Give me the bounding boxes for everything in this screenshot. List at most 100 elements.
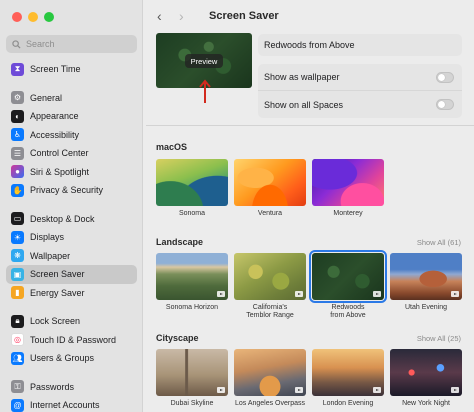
thumb-caption: Monterey xyxy=(333,210,363,217)
sidebar-item-lock-screen[interactable]: 🔒︎ Lock Screen xyxy=(6,312,137,331)
screen-saver-thumb[interactable]: Dubai Skyline xyxy=(156,349,228,408)
screen-saver-thumb[interactable]: Utah Evening xyxy=(390,253,462,320)
thumb-image xyxy=(234,159,306,206)
selected-screen-saver-name: Redwoods from Above xyxy=(258,34,462,56)
preview-button[interactable]: Preview xyxy=(185,54,223,68)
sidebar-item-users-groups[interactable]: 👥︎ Users & Groups xyxy=(6,349,137,368)
thumb-caption: London Evening xyxy=(322,400,374,407)
sidebar-item-passwords[interactable]: ⚿ Passwords xyxy=(6,378,137,397)
minimize-button[interactable] xyxy=(28,12,38,22)
selected-name-label: Redwoods from Above xyxy=(264,40,355,50)
thumb-image xyxy=(312,159,384,206)
toolbar: ‹ › Screen Saver xyxy=(143,0,474,32)
screen-saver-thumb[interactable]: Sonoma xyxy=(156,159,228,218)
section-title: Landscape xyxy=(156,237,204,247)
thumb-caption: New York Night xyxy=(402,400,450,407)
sidebar-item-label: Displays xyxy=(30,232,65,243)
zoom-button[interactable] xyxy=(44,12,54,22)
sidebar-item-touch-id[interactable]: ◎ Touch ID & Password xyxy=(6,331,137,350)
sidebar-item-label: Lock Screen xyxy=(30,316,81,327)
sidebar-item-label: Wallpaper xyxy=(30,250,71,261)
show-on-all-spaces-row: Show on all Spaces xyxy=(258,91,462,118)
sidebar-item-displays[interactable]: ☀ Displays xyxy=(6,228,137,247)
sidebar: Search ⧗ Screen Time ⚙ General ◐ Appeara… xyxy=(0,0,143,412)
show-as-wallpaper-toggle[interactable] xyxy=(436,71,454,83)
thumb-image xyxy=(312,349,384,396)
users-icon: 👥︎ xyxy=(11,351,24,365)
thumb-image-selected xyxy=(309,250,387,303)
sidebar-item-label: Users & Groups xyxy=(30,353,95,364)
show-all-link[interactable]: Show All (61) xyxy=(417,238,461,247)
forward-button[interactable]: › xyxy=(179,8,201,24)
video-icon xyxy=(373,291,381,297)
sidebar-item-label: Passwords xyxy=(30,381,75,392)
gear-icon: ⚙ xyxy=(11,91,24,105)
sidebar-item-label: Screen Saver xyxy=(30,269,85,280)
sidebar-item-label: Energy Saver xyxy=(30,287,85,298)
back-button[interactable]: ‹ xyxy=(157,8,179,24)
video-icon xyxy=(451,291,459,297)
page-title: Screen Saver xyxy=(209,10,279,22)
screen-saver-thumb[interactable]: New York Night xyxy=(390,349,462,408)
screen-saver-thumb[interactable]: Los Angeles Overpass xyxy=(234,349,306,408)
divider xyxy=(146,125,474,126)
sidebar-item-siri[interactable]: ● Siri & Spotlight xyxy=(6,163,137,182)
thumb-image xyxy=(390,253,462,300)
thumb-image xyxy=(156,349,228,396)
siri-icon: ● xyxy=(11,165,24,179)
screen-saver-thumb[interactable]: Monterey xyxy=(312,159,384,218)
sidebar-item-label: Appearance xyxy=(30,111,79,122)
search-icon xyxy=(12,39,21,49)
sidebar-item-screen-time[interactable]: ⧗ Screen Time xyxy=(6,60,137,79)
sidebar-item-label: Touch ID & Password xyxy=(30,334,117,345)
sidebar-item-energy-saver[interactable]: ▮ Energy Saver xyxy=(6,284,137,303)
show-on-all-spaces-toggle[interactable] xyxy=(436,99,454,110)
video-icon xyxy=(217,387,225,393)
screen-saver-thumb[interactable]: Sonoma Horizon xyxy=(156,253,228,320)
sidebar-item-appearance[interactable]: ◐ Appearance xyxy=(6,107,137,126)
thumb-caption: Sonoma xyxy=(178,210,206,217)
sidebar-item-control-center[interactable]: ☰ Control Center xyxy=(6,144,137,163)
show-all-link[interactable]: Show All (25) xyxy=(417,334,461,343)
thumb-image xyxy=(234,253,306,300)
hand-icon: ✋ xyxy=(11,183,24,197)
landscape-section: Landscape Show All (61) Sonoma Horizon C… xyxy=(156,235,474,320)
macos-section: macOS Sonoma Ventura Monterey xyxy=(156,140,474,218)
video-icon xyxy=(295,291,303,297)
sidebar-item-label: General xyxy=(30,92,63,103)
arrow-icon xyxy=(199,79,211,103)
thumb-caption: Los Angeles Overpass xyxy=(234,400,306,407)
sidebar-item-privacy[interactable]: ✋ Privacy & Security xyxy=(6,181,137,200)
appearance-icon: ◐ xyxy=(11,109,24,123)
video-icon xyxy=(451,387,459,393)
thumb-caption: Redwoods from Above xyxy=(330,304,366,319)
sidebar-item-screen-saver[interactable]: ▣ Screen Saver xyxy=(6,265,137,284)
at-icon: @ xyxy=(11,398,24,412)
sidebar-item-desktop-dock[interactable]: ▭ Desktop & Dock xyxy=(6,210,137,229)
sidebar-item-general[interactable]: ⚙ General xyxy=(6,89,137,108)
sidebar-item-internet-accounts[interactable]: @ Internet Accounts xyxy=(6,396,137,412)
screen-saver-thumb[interactable]: London Evening xyxy=(312,349,384,408)
dock-icon: ▭ xyxy=(11,212,24,226)
hourglass-icon: ⧗ xyxy=(11,62,24,76)
thumb-caption: Ventura xyxy=(257,210,283,217)
close-button[interactable] xyxy=(12,12,22,22)
screen-saver-thumb[interactable]: California's Temblor Range xyxy=(234,253,306,320)
sidebar-item-label: Accessibility xyxy=(30,129,80,140)
show-as-wallpaper-label: Show as wallpaper xyxy=(264,72,340,82)
screen-saver-thumb[interactable]: Ventura xyxy=(234,159,306,218)
search-input[interactable]: Search xyxy=(6,35,137,53)
thumb-caption: Utah Evening xyxy=(404,304,448,311)
search-placeholder: Search xyxy=(26,39,55,49)
cityscape-section: Cityscape Show All (25) Dubai Skyline Lo… xyxy=(156,331,474,408)
screen-saver-thumb[interactable]: Redwoods from Above xyxy=(309,250,387,320)
battery-icon: ▮ xyxy=(11,286,24,300)
accessibility-icon: ♿ xyxy=(11,128,24,142)
thumb-image xyxy=(234,349,306,396)
video-icon xyxy=(295,387,303,393)
sidebar-item-wallpaper[interactable]: ❋ Wallpaper xyxy=(6,247,137,266)
sidebar-item-accessibility[interactable]: ♿ Accessibility xyxy=(6,126,137,145)
key-icon: ⚿ xyxy=(11,380,24,394)
wallpaper-icon: ❋ xyxy=(11,249,24,263)
window-controls xyxy=(12,12,54,22)
